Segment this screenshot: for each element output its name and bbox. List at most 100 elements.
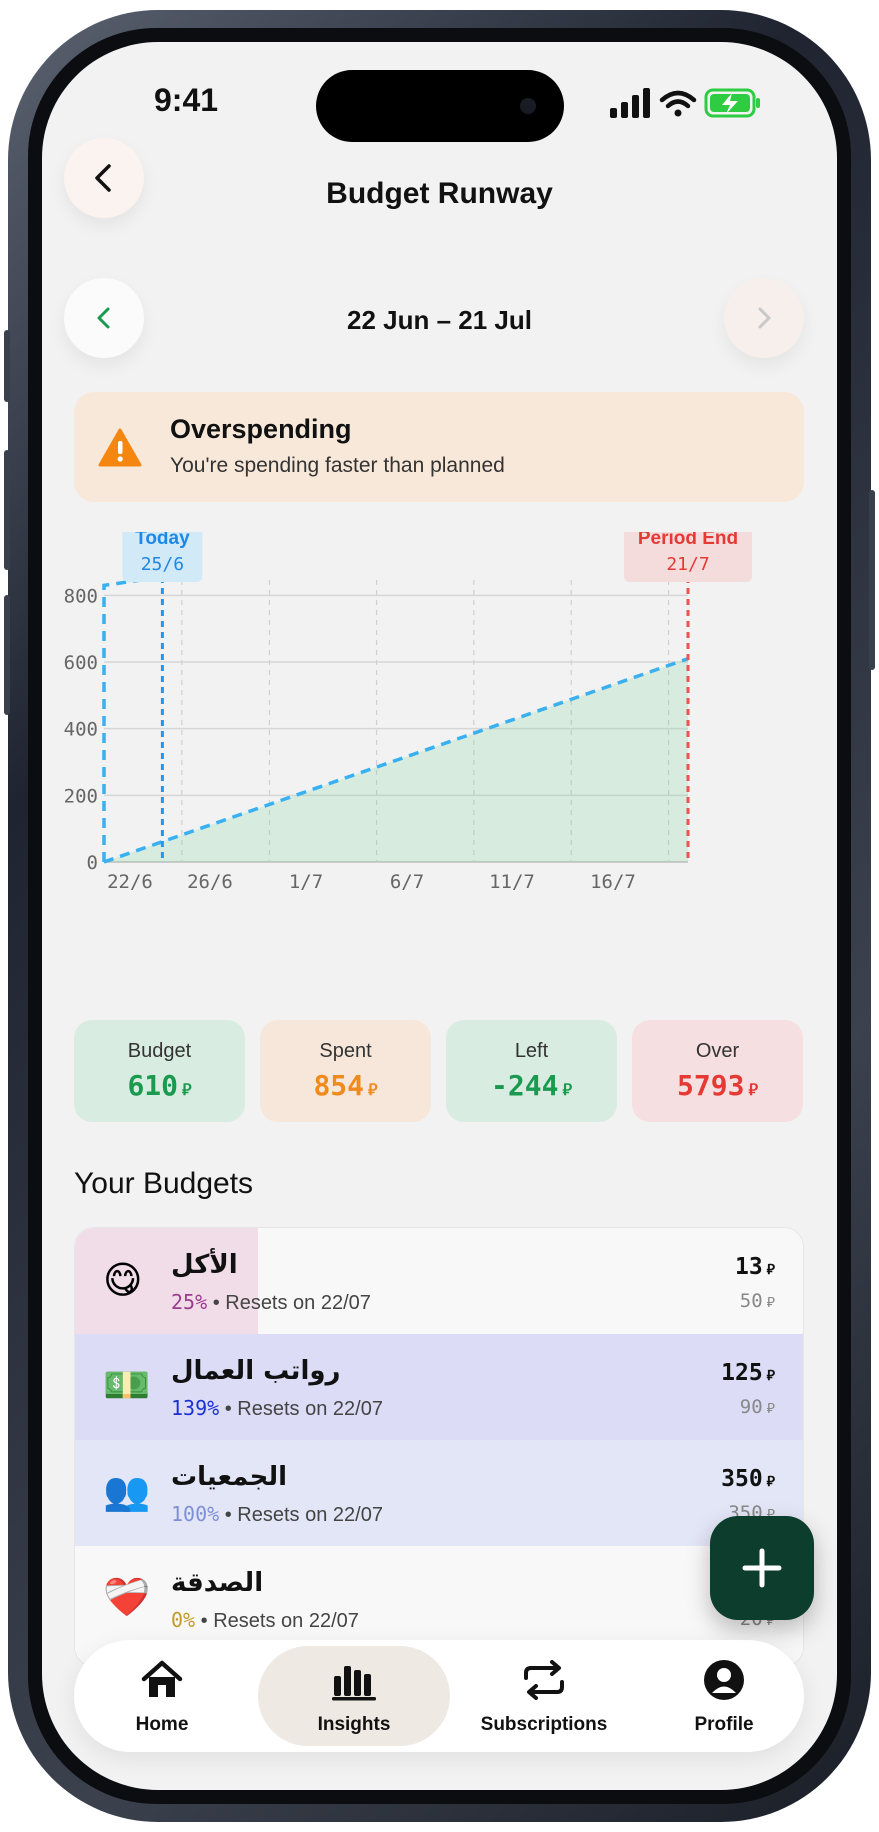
tab-bar: Home Insights Subscriptions Profile bbox=[74, 1640, 804, 1752]
budget-row[interactable]: 👥 الجمعيات 100% • Resets on 22/07 350 ⃁ 350 ⃁ bbox=[75, 1440, 803, 1546]
bar-chart-icon bbox=[332, 1666, 376, 1701]
stat-amount: 854 bbox=[313, 1069, 365, 1102]
repeat-icon bbox=[524, 1660, 564, 1700]
plus-icon bbox=[742, 1548, 782, 1588]
stat-card-over: Over 5793 ⃁ bbox=[632, 1020, 803, 1122]
alert-title: Overspending bbox=[170, 414, 352, 444]
budget-progress-fill bbox=[75, 1334, 803, 1440]
budget-meta: 139% • Resets on 22/07 bbox=[171, 1396, 383, 1421]
stat-label: Over bbox=[695, 1040, 740, 1062]
status-icons bbox=[610, 88, 760, 118]
x-tick-label: 11/7 bbox=[489, 871, 535, 893]
spending-line bbox=[102, 575, 163, 862]
currency-icon: ⃁ bbox=[766, 1368, 775, 1384]
currency-icon: ⃁ bbox=[766, 1262, 775, 1278]
stat-card-spent: Spent 854 ⃁ bbox=[260, 1020, 431, 1122]
stat-card-left: Left -244 ⃁ bbox=[446, 1020, 617, 1122]
stat-amount: 5793 bbox=[677, 1069, 745, 1102]
budget-spent: 125 ⃁ bbox=[721, 1360, 775, 1386]
currency-icon: ⃁ bbox=[368, 1080, 378, 1099]
currency-icon: ⃁ bbox=[182, 1080, 192, 1099]
budget-name: الأكل bbox=[171, 1250, 238, 1280]
budget-resets: • Resets on 22/07 bbox=[224, 1398, 383, 1420]
budget-meta: 25% • Resets on 22/07 bbox=[171, 1290, 371, 1315]
currency-icon: ⃁ bbox=[562, 1080, 572, 1099]
currency-icon: ⃁ bbox=[748, 1080, 758, 1099]
x-tick-label: 26/6 bbox=[187, 871, 233, 893]
stat-card-budget: Budget 610 ⃁ bbox=[74, 1020, 245, 1122]
cellular-signal-icon bbox=[610, 88, 650, 118]
tab-profile[interactable]: Profile bbox=[664, 1640, 784, 1752]
limit-amount: 90 bbox=[739, 1396, 763, 1418]
currency-icon: ⃁ bbox=[766, 1474, 775, 1490]
dynamic-island bbox=[316, 70, 564, 142]
x-tick-label: 16/7 bbox=[590, 871, 636, 893]
volume-up-button bbox=[4, 450, 10, 570]
stat-amount: -244 bbox=[491, 1069, 559, 1102]
budget-percent: 0% bbox=[171, 1608, 196, 1632]
limit-amount: 50 bbox=[739, 1290, 763, 1312]
budget-resets: • Resets on 22/07 bbox=[212, 1292, 371, 1314]
camera-icon bbox=[520, 98, 536, 114]
profile-icon bbox=[704, 1660, 744, 1700]
budget-meta: 0% • Resets on 22/07 bbox=[171, 1608, 359, 1633]
period-end-label: Period End bbox=[638, 532, 738, 549]
y-tick-label: 0 bbox=[87, 852, 98, 874]
stat-value: 854 ⃁ bbox=[260, 1069, 431, 1102]
tab-insights[interactable]: Insights bbox=[274, 1640, 434, 1752]
budget-spent: 350 ⃁ bbox=[721, 1466, 775, 1492]
tab-label: Home bbox=[135, 1714, 189, 1735]
stat-value: -244 ⃁ bbox=[446, 1069, 617, 1102]
section-title: Your Budgets bbox=[74, 1167, 254, 1200]
tab-label: Insights bbox=[317, 1714, 391, 1735]
currency-icon: ⃁ bbox=[766, 1295, 775, 1311]
power-button bbox=[869, 490, 875, 670]
budget-percent: 25% bbox=[171, 1290, 208, 1314]
stat-amount: 610 bbox=[127, 1069, 179, 1102]
budget-row[interactable]: ❤️‍🩹الصدقة0% • Resets on 22/07⃁20⃁ bbox=[75, 1546, 803, 1652]
x-tick-label: 22/6 bbox=[107, 871, 153, 893]
action-button bbox=[4, 330, 10, 402]
budget-spent: 13 ⃁ bbox=[735, 1254, 775, 1280]
spent-amount: 350 bbox=[721, 1466, 763, 1492]
budget-row[interactable]: 💵 رواتب العمال 139% • Resets on 22/07 125 ⃁ 9… bbox=[75, 1334, 803, 1440]
period-end-date: 21/7 bbox=[666, 554, 709, 575]
currency-icon: ⃁ bbox=[766, 1401, 775, 1417]
budget-resets: • Resets on 22/07 bbox=[224, 1504, 383, 1526]
budget-resets: • Resets on 22/07 bbox=[200, 1610, 359, 1632]
warning-icon bbox=[98, 428, 142, 467]
stat-value: 5793 ⃁ bbox=[632, 1069, 803, 1102]
tab-home[interactable]: Home bbox=[102, 1640, 222, 1752]
budget-name: رواتب العمال bbox=[171, 1356, 341, 1386]
category-emoji: 👥 bbox=[103, 1471, 151, 1513]
y-tick-label: 600 bbox=[64, 652, 98, 674]
stat-label: Budget bbox=[127, 1040, 192, 1062]
budget-limit: 90 ⃁ bbox=[740, 1396, 775, 1418]
today-date: 25/6 bbox=[141, 554, 184, 575]
x-tick-label: 1/7 bbox=[289, 871, 323, 893]
stat-label: Spent bbox=[319, 1040, 372, 1062]
stat-label: Left bbox=[514, 1040, 549, 1062]
category-emoji: 💵 bbox=[103, 1365, 151, 1407]
y-tick-label: 400 bbox=[64, 719, 98, 741]
tab-label: Subscriptions bbox=[480, 1714, 608, 1735]
alert-message: You're spending faster than planned bbox=[170, 454, 505, 477]
budget-row[interactable]: 😋 الأكل 25% • Resets on 22/07 13 ⃁ 50 ⃁ bbox=[75, 1228, 803, 1334]
budget-name: الجمعيات bbox=[171, 1462, 288, 1492]
stat-value: 610 ⃁ bbox=[74, 1069, 245, 1102]
y-tick-label: 800 bbox=[64, 585, 98, 607]
page-title: Budget Runway bbox=[326, 177, 553, 210]
y-tick-label: 200 bbox=[64, 785, 98, 807]
category-emoji: ❤️‍🩹 bbox=[103, 1577, 151, 1619]
budget-percent: 100% bbox=[171, 1502, 220, 1526]
add-budget-button[interactable] bbox=[710, 1516, 814, 1620]
next-period-button[interactable] bbox=[724, 278, 804, 358]
budget-name: الصدقة bbox=[171, 1568, 264, 1598]
overspending-alert: Overspending You're spending faster than… bbox=[74, 392, 804, 502]
budget-list: 😋 الأكل 25% • Resets on 22/07 13 ⃁ 50 ⃁ 💵 رواتب … bbox=[74, 1227, 804, 1667]
today-label: Today bbox=[135, 532, 190, 549]
tab-subscriptions[interactable]: Subscriptions bbox=[454, 1640, 634, 1752]
tab-label: Profile bbox=[694, 1714, 754, 1735]
budget-percent: 139% bbox=[171, 1396, 220, 1420]
spent-amount: 125 bbox=[721, 1360, 763, 1386]
